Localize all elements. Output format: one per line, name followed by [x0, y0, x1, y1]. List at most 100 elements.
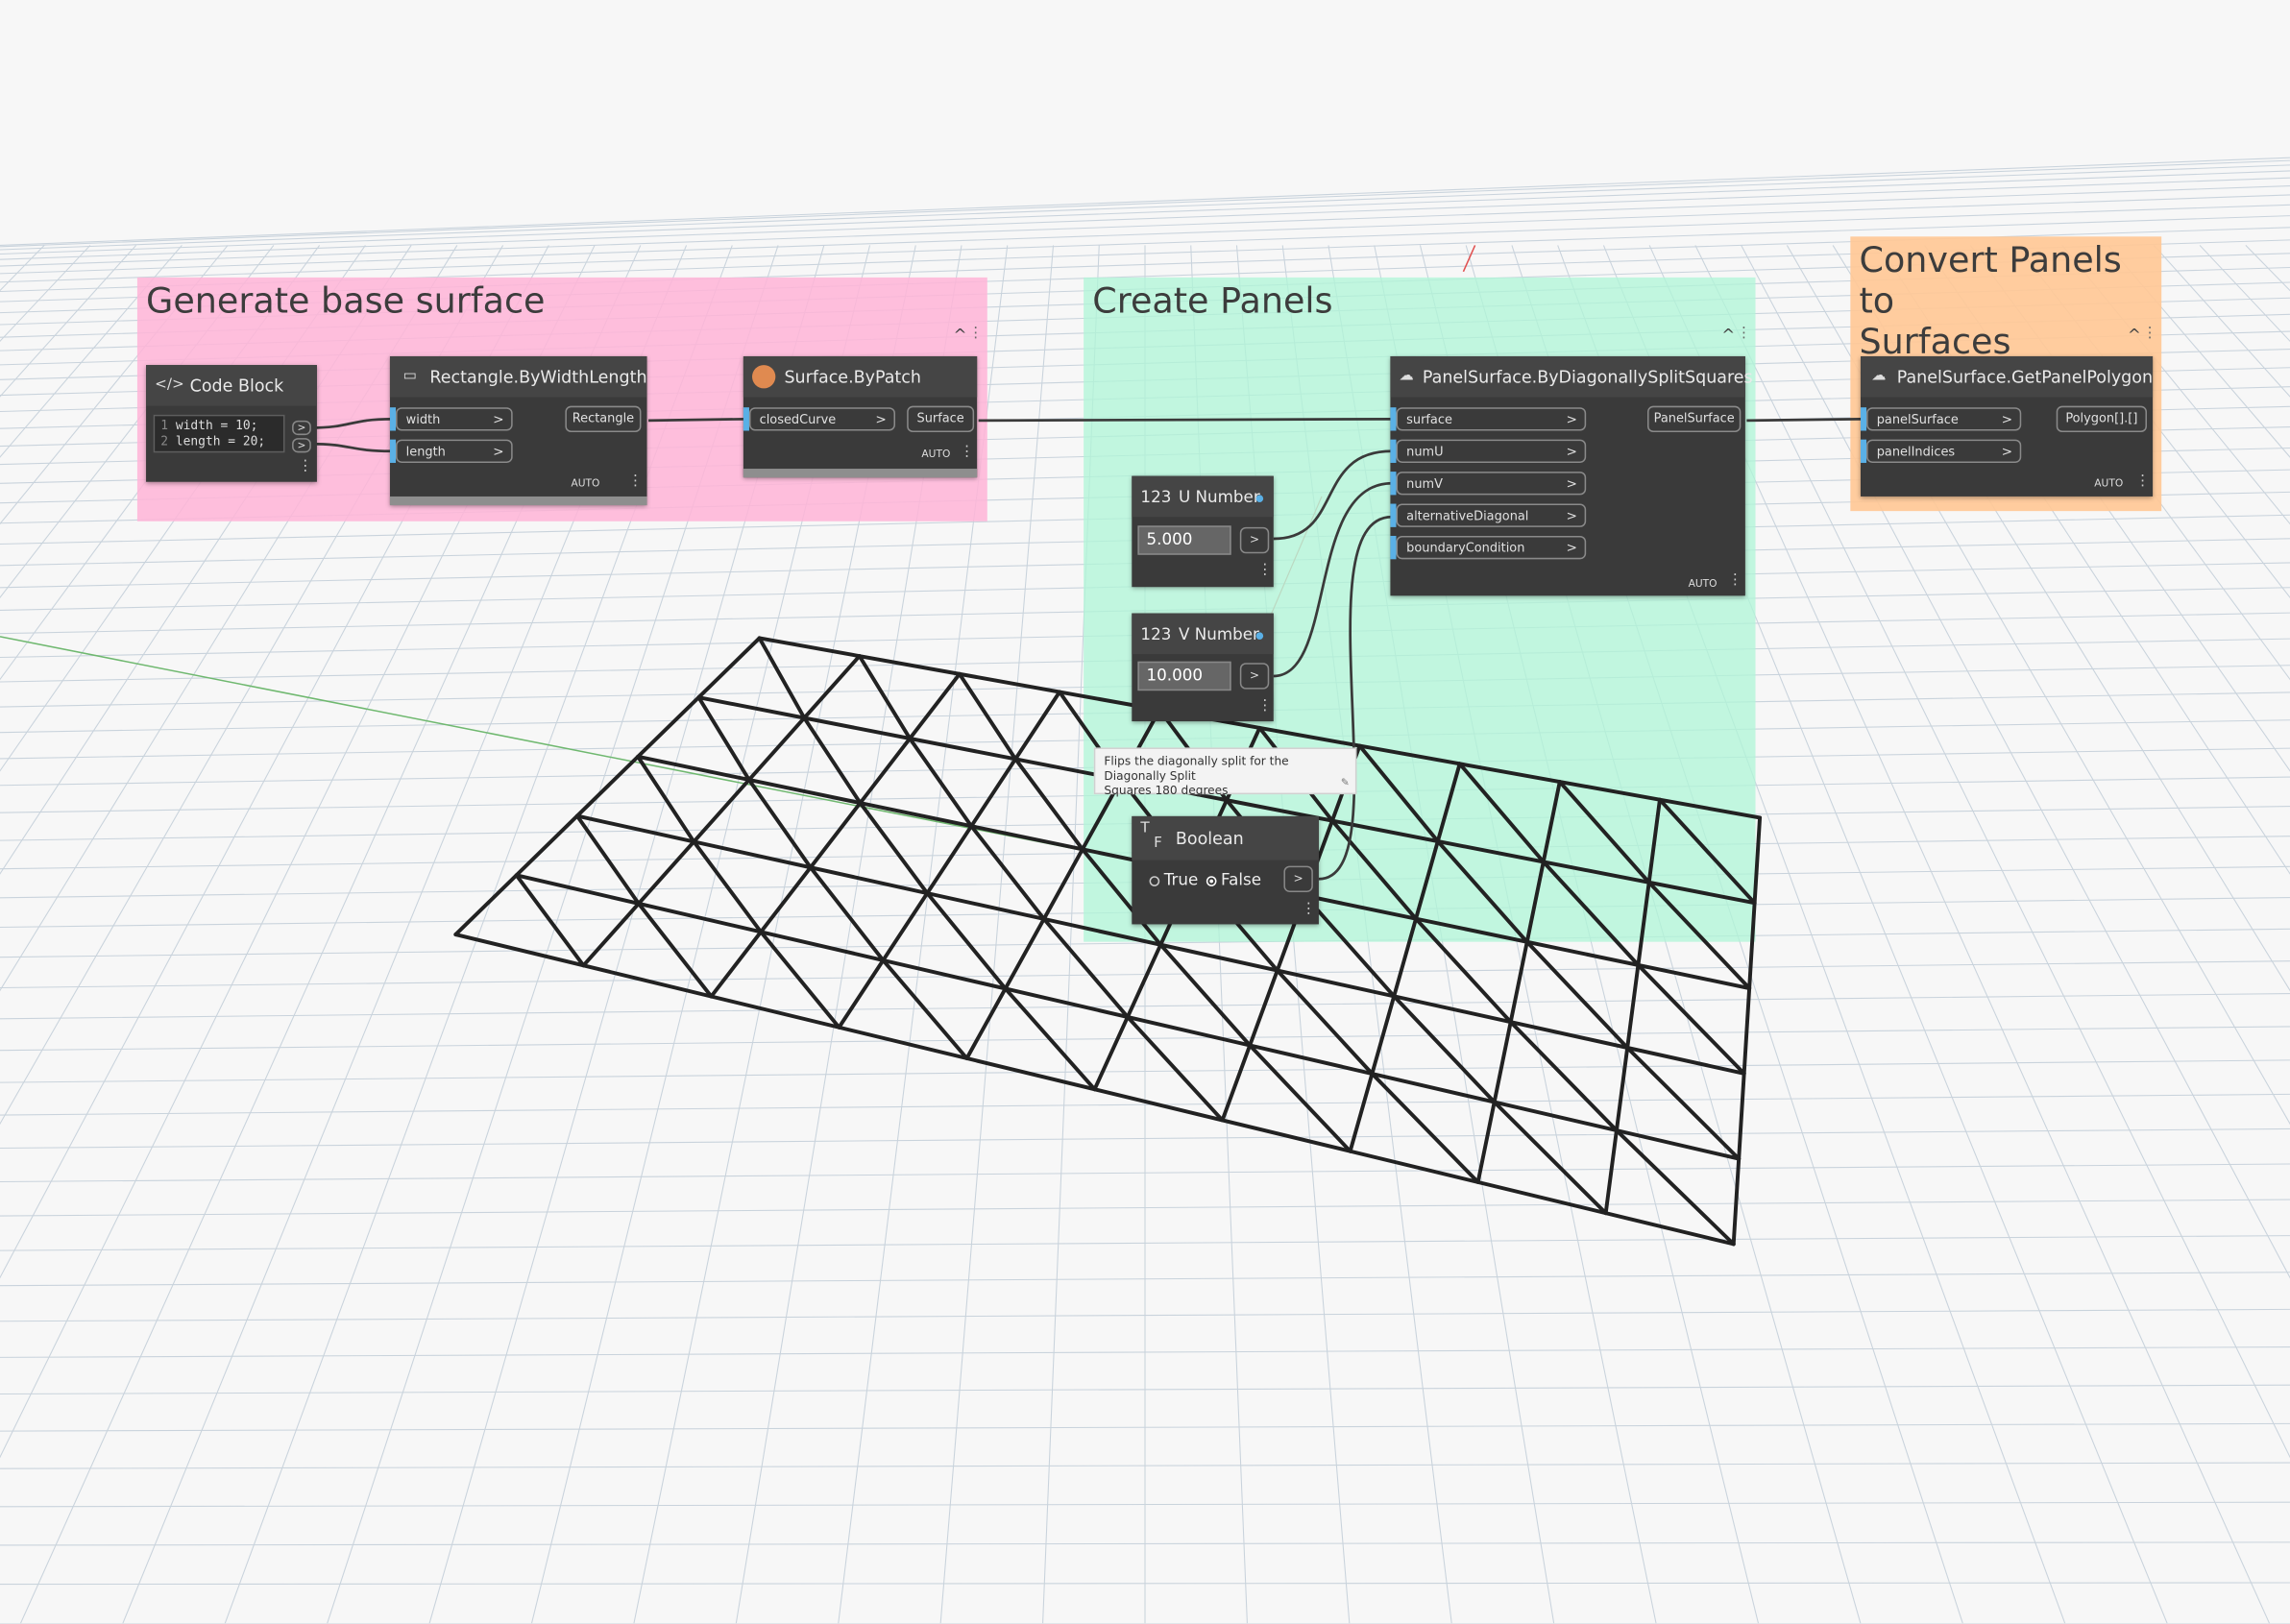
rectangle-icon: ▭ [402, 368, 417, 384]
get-panel-polygon-node[interactable]: ☁ PanelSurface.GetPanelPolygon panelSurf… [1860, 355, 2154, 497]
surface-bypatch-node[interactable]: Surface.ByPatch closedCurve > Surface AUT… [743, 355, 978, 478]
input-port-length[interactable]: length > [396, 439, 513, 463]
rectangle-node[interactable]: ▭ Rectangle.ByWidthLength width > length >… [389, 355, 647, 506]
output-port-surface[interactable]: Surface [907, 405, 975, 433]
preview-bar [389, 496, 647, 506]
radio-icon [1149, 875, 1160, 886]
radio-label: False [1221, 870, 1262, 889]
output-port-polygon[interactable]: Polygon[].[] [2056, 405, 2147, 433]
input-port-width[interactable]: width > [396, 407, 513, 431]
radio-selected-icon [1206, 875, 1217, 886]
node-menu-icon[interactable]: ⋮ [298, 458, 312, 474]
node-header[interactable]: 123 U Number [1132, 475, 1274, 518]
preview-bar [743, 469, 978, 478]
panel-surface-diagonal-node[interactable]: ☁ PanelSurface.ByDiagonallySplitSquares … [1390, 355, 1753, 596]
output-port[interactable]: > [1239, 526, 1270, 554]
lacing-auto-label[interactable]: AUTO [571, 477, 599, 489]
port-label: width [405, 413, 441, 428]
port-label: numU [1406, 445, 1444, 460]
node-title: PanelSurface.GetPanelPolygon [1896, 366, 2154, 387]
node-header[interactable]: ☁ PanelSurface.ByDiagonallySplitSquares [1390, 355, 1753, 398]
port-label: closedCurve [759, 413, 837, 428]
lacing-auto-label[interactable]: AUTO [921, 448, 950, 460]
output-port[interactable]: > [292, 420, 311, 436]
node-title: Surface.ByPatch [784, 366, 921, 387]
tooltip-line: Flips the diagonally split for the Diago… [1104, 755, 1289, 783]
geometry-and-wires [310, 417, 1862, 1247]
code-icon: </> [155, 376, 184, 393]
chevron-right-icon: > [1566, 445, 1578, 460]
output-port[interactable]: > [1283, 865, 1313, 892]
pin-icon[interactable]: ✎ [1341, 775, 1350, 789]
input-port-surface[interactable]: surface > [1396, 407, 1587, 431]
node-header[interactable]: Surface.ByPatch [743, 355, 978, 398]
output-port[interactable]: > [292, 438, 311, 453]
node-header[interactable]: T F Boolean [1132, 815, 1319, 860]
chevron-right-icon: > [1566, 477, 1578, 493]
lacing-auto-label[interactable]: AUTO [2094, 477, 2123, 489]
code-block-node[interactable]: </> Code Block 1 width = 10; 2 length = … [146, 365, 317, 482]
chevron-right-icon: > [875, 413, 887, 428]
radio-false[interactable]: False [1206, 870, 1261, 889]
node-menu-icon[interactable]: ⋮ [1728, 572, 1742, 589]
input-port-panelindices[interactable]: panelIndices > [1866, 439, 2022, 463]
panel-icon: ☁ [1871, 368, 1887, 384]
number-icon: 123 [1140, 487, 1172, 506]
node-header[interactable]: ▭ Rectangle.ByWidthLength [389, 355, 647, 398]
node-title: U Number [1178, 487, 1260, 506]
u-number-input[interactable]: 5.000 [1137, 525, 1231, 555]
node-title: Boolean [1175, 828, 1244, 849]
code-line: width = 10; [175, 419, 258, 434]
boolean-node[interactable]: T F Boolean True False > ⋮ [1132, 815, 1319, 925]
dynamo-canvas[interactable]: Generate base surface ^ ⋮ Create Panels … [0, 0, 2290, 1624]
node-title: Rectangle.ByWidthLength [429, 366, 647, 387]
code-editor[interactable]: 1 width = 10; 2 length = 20; [153, 414, 285, 453]
output-port-panelsurface[interactable]: PanelSurface [1647, 405, 1742, 433]
input-port-numv[interactable]: numV > [1396, 472, 1587, 496]
boolean-icon-f: F [1154, 835, 1162, 852]
node-title: Code Block [189, 375, 284, 397]
chevron-right-icon: > [493, 445, 504, 460]
input-port-boundarycondition[interactable]: boundaryCondition > [1396, 535, 1587, 560]
chevron-right-icon: > [2001, 413, 2013, 428]
radio-true[interactable]: True [1149, 870, 1199, 889]
node-header[interactable]: </> Code Block [146, 365, 317, 406]
output-port-rectangle[interactable]: Rectangle [565, 405, 642, 433]
input-port-numu[interactable]: numU > [1396, 439, 1587, 463]
port-label: panelSurface [1876, 413, 1959, 428]
node-menu-icon[interactable]: ⋮ [628, 473, 643, 490]
port-label: alternativeDiagonal [1406, 509, 1529, 524]
radio-label: True [1163, 870, 1199, 889]
node-title: V Number [1178, 623, 1259, 643]
lacing-auto-label[interactable]: AUTO [1689, 578, 1718, 590]
v-number-node[interactable]: 123 V Number 10.000 > ⋮ [1132, 613, 1274, 722]
port-label: length [405, 445, 446, 460]
node-menu-icon[interactable]: ⋮ [960, 444, 974, 460]
input-state-icon [1255, 495, 1264, 503]
node-menu-icon[interactable]: ⋮ [1257, 562, 1272, 578]
node-menu-icon[interactable]: ⋮ [1302, 901, 1316, 917]
tooltip: Flips the diagonally split for the Diago… [1093, 747, 1357, 797]
code-line: length = 20; [175, 435, 266, 450]
panel-mesh [453, 636, 1763, 1247]
u-number-node[interactable]: 123 U Number 5.000 > ⋮ [1132, 475, 1274, 588]
chevron-right-icon: > [1566, 413, 1578, 428]
line-number: 1 [160, 419, 169, 434]
node-menu-icon[interactable]: ⋮ [1257, 698, 1272, 715]
tooltip-line: Squares 180 degrees [1104, 784, 1229, 798]
input-port-panelsurface[interactable]: panelSurface > [1866, 407, 2022, 431]
node-menu-icon[interactable]: ⋮ [2135, 473, 2150, 490]
input-port-closedcurve[interactable]: closedCurve > [748, 407, 896, 431]
surface-icon [752, 365, 776, 389]
chevron-right-icon: > [2001, 445, 2013, 460]
port-label: panelIndices [1876, 445, 1956, 460]
output-port[interactable]: > [1239, 663, 1270, 690]
node-title: PanelSurface.ByDiagonallySplitSquares [1422, 366, 1753, 387]
boolean-icon-t: T [1140, 820, 1150, 837]
v-number-input[interactable]: 10.000 [1137, 661, 1231, 691]
node-header[interactable]: 123 V Number [1132, 613, 1274, 655]
number-icon: 123 [1140, 623, 1172, 643]
boolean-icon: T F [1140, 820, 1166, 855]
node-header[interactable]: ☁ PanelSurface.GetPanelPolygon [1860, 355, 2154, 398]
input-port-alternativediagonal[interactable]: alternativeDiagonal > [1396, 503, 1587, 527]
